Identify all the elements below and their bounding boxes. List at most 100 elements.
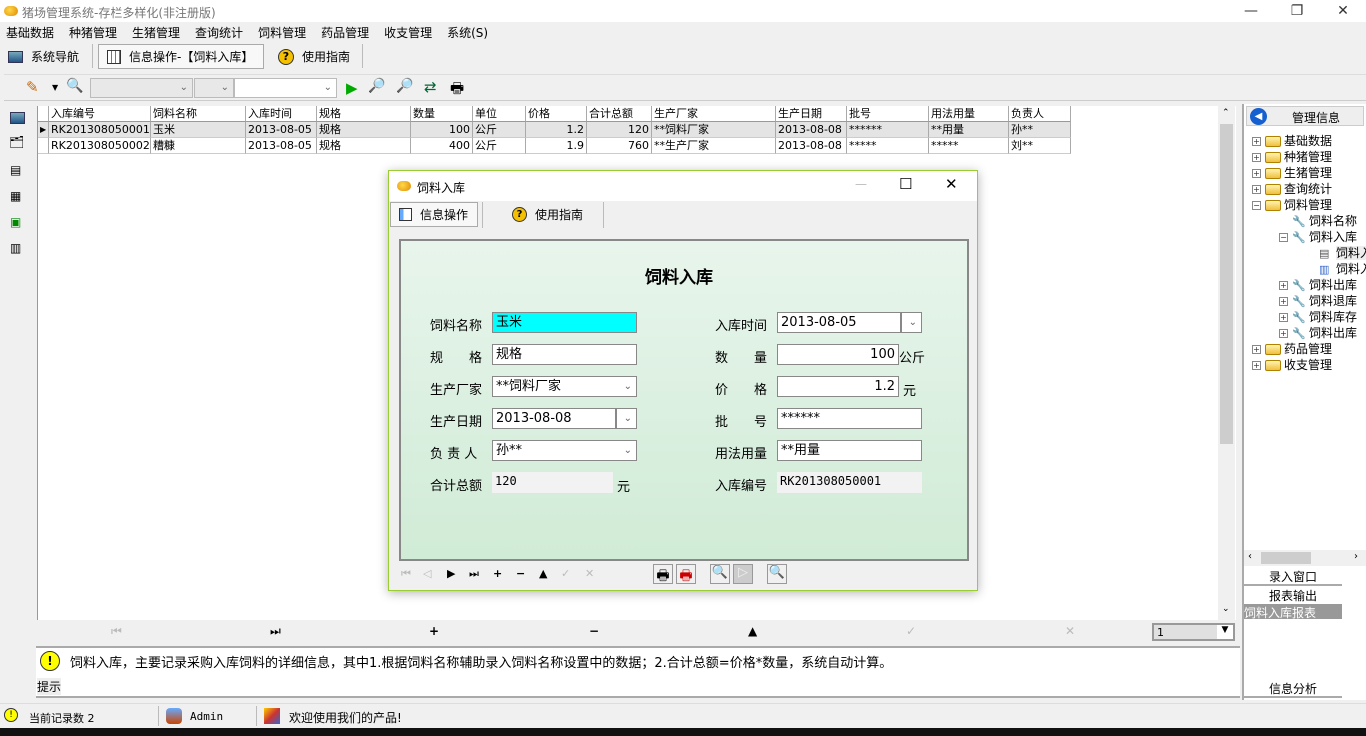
chart-icon[interactable]: ▣: [10, 215, 21, 229]
table-cell[interactable]: 1.2: [526, 122, 587, 138]
tree-item[interactable]: + 🔧 饲料出库: [1279, 324, 1366, 341]
field-select[interactable]: ⌄: [90, 78, 193, 98]
expand-toggle-icon[interactable]: +: [1252, 361, 1261, 370]
table-cell[interactable]: *****: [847, 138, 929, 154]
expand-toggle-icon[interactable]: +: [1252, 169, 1261, 178]
column-header[interactable]: 单位: [473, 106, 526, 122]
delete-record-button[interactable]: −: [516, 567, 525, 580]
table-cell[interactable]: 糟糠: [151, 138, 246, 154]
first-record-button[interactable]: ⏮: [401, 567, 411, 581]
close-button[interactable]: ✕: [1320, 0, 1366, 22]
table-cell[interactable]: 刘**: [1009, 138, 1071, 154]
table-cell[interactable]: 规格: [317, 138, 411, 154]
dialog-maximize-button[interactable]: ☐: [899, 175, 912, 193]
expand-toggle-icon[interactable]: −: [1252, 201, 1261, 210]
expand-toggle-icon[interactable]: +: [1252, 345, 1261, 354]
next-record-button[interactable]: ▶: [447, 567, 455, 580]
value-select[interactable]: ⌄: [234, 78, 337, 98]
post-record-button[interactable]: ✓: [561, 567, 570, 580]
info-analysis-button[interactable]: 信息分析: [1244, 680, 1342, 698]
scrollbar-thumb[interactable]: [1220, 124, 1233, 444]
dialog-tab-user-guide[interactable]: ? 使用指南: [504, 202, 591, 227]
insert-record-button[interactable]: +: [429, 624, 439, 638]
post-record-button[interactable]: ✓: [906, 624, 916, 638]
column-header[interactable]: 入库时间: [246, 106, 317, 122]
tree-structure-icon[interactable]: 🗂: [9, 135, 24, 149]
tab-user-guide[interactable]: ? 使用指南: [270, 44, 358, 69]
table-cell[interactable]: 2013-08-08: [776, 138, 847, 154]
search-icon[interactable]: 🔍: [767, 564, 787, 584]
zoom-out-icon[interactable]: 🔎: [396, 78, 413, 94]
tree-item[interactable]: + 生猪管理: [1252, 164, 1366, 181]
table-cell[interactable]: 100: [411, 122, 473, 138]
menu-finance[interactable]: 收支管理: [378, 22, 441, 41]
tree-item[interactable]: + 🔧 饲料出库: [1279, 276, 1366, 293]
expand-toggle-icon[interactable]: +: [1279, 329, 1288, 338]
table-cell[interactable]: 孙**: [1009, 122, 1071, 138]
menu-system[interactable]: 系统(S): [441, 22, 497, 41]
operator-select[interactable]: ⌄: [194, 78, 234, 98]
menu-breeding-pig[interactable]: 种猪管理: [63, 22, 126, 41]
in-time-picker-button[interactable]: ⌄: [901, 312, 922, 333]
spec-input[interactable]: 规格: [492, 344, 637, 365]
row-indicator[interactable]: [38, 138, 49, 154]
dialog-close-button[interactable]: ✕: [945, 175, 958, 193]
menu-live-pig[interactable]: 生猪管理: [126, 22, 189, 41]
price-input[interactable]: 1.2: [777, 376, 899, 397]
preview-search-icon[interactable]: 🔍: [66, 78, 83, 94]
tab-info-operation[interactable]: 信息操作-【饲料入库】: [98, 44, 264, 69]
prod-date-picker-button[interactable]: ⌄: [616, 408, 637, 429]
prod-date-input[interactable]: 2013-08-08: [492, 408, 616, 429]
minimize-button[interactable]: —: [1228, 0, 1274, 22]
collapse-back-icon[interactable]: ◀: [1250, 108, 1267, 125]
entry-window-button[interactable]: 录入窗口: [1244, 568, 1342, 586]
column-header[interactable]: 用法用量: [929, 106, 1009, 122]
column-header[interactable]: 数量: [411, 106, 473, 122]
tree-item[interactable]: ▥ 饲料入库: [1306, 260, 1366, 277]
menu-medicine[interactable]: 药品管理: [315, 22, 378, 41]
first-record-button[interactable]: ⏮: [111, 624, 122, 639]
edit-record-button[interactable]: ▲: [748, 624, 757, 638]
feed-inbound-report-item[interactable]: 饲料入库报表: [1244, 604, 1342, 620]
zoom-in-icon[interactable]: 🔎: [368, 78, 385, 94]
column-header[interactable]: 负责人: [1009, 106, 1071, 122]
batch-input[interactable]: ******: [777, 408, 922, 429]
tree-item[interactable]: + 收支管理: [1252, 356, 1366, 373]
list-icon[interactable]: ▤: [10, 163, 21, 177]
page-select[interactable]: 1 ▼: [1152, 623, 1235, 641]
expand-toggle-icon[interactable]: +: [1279, 297, 1288, 306]
tree-item[interactable]: ▤ 饲料入库: [1306, 244, 1366, 261]
table-cell[interactable]: 公斤: [473, 122, 526, 138]
tree-item[interactable]: 🔧 饲料名称: [1279, 212, 1366, 229]
table-cell[interactable]: 玉米: [151, 122, 246, 138]
tree-item[interactable]: + 药品管理: [1252, 340, 1366, 357]
tree-item[interactable]: + 🔧 饲料退库: [1279, 292, 1366, 309]
table-cell[interactable]: *****: [929, 138, 1009, 154]
last-record-button[interactable]: ⏭: [270, 624, 281, 639]
cancel-record-button[interactable]: ✕: [1065, 624, 1075, 638]
column-header[interactable]: 规格: [317, 106, 411, 122]
expand-toggle-icon[interactable]: +: [1252, 153, 1261, 162]
expand-toggle-icon[interactable]: +: [1252, 137, 1261, 146]
menu-basic-data[interactable]: 基础数据: [0, 22, 63, 41]
delete-record-button[interactable]: −: [589, 624, 599, 638]
usage-input[interactable]: **用量: [777, 440, 922, 461]
tree-item[interactable]: + 种猪管理: [1252, 148, 1366, 165]
table-cell[interactable]: **生产厂家: [652, 138, 776, 154]
expand-toggle-icon[interactable]: +: [1279, 281, 1288, 290]
table-cell[interactable]: **用量: [929, 122, 1009, 138]
dialog-tab-info-operation[interactable]: 信息操作: [390, 202, 478, 227]
menu-feed[interactable]: 饲料管理: [252, 22, 315, 41]
dropdown-arrow-icon[interactable]: ▼: [52, 83, 58, 92]
qty-input[interactable]: 100: [777, 344, 899, 365]
table-cell[interactable]: 2013-08-05: [246, 122, 317, 138]
table-cell[interactable]: 公斤: [473, 138, 526, 154]
tree-item[interactable]: + 查询统计: [1252, 180, 1366, 197]
cancel-record-button[interactable]: ✕: [585, 567, 594, 580]
expand-toggle-icon[interactable]: +: [1252, 185, 1261, 194]
vertical-scrollbar[interactable]: ⌃ ⌄: [1218, 106, 1235, 620]
tab-system-nav[interactable]: 系统导航: [0, 44, 87, 69]
table-cell[interactable]: RK201308050002: [49, 138, 151, 154]
column-header[interactable]: 价格: [526, 106, 587, 122]
row-indicator[interactable]: [38, 106, 49, 122]
